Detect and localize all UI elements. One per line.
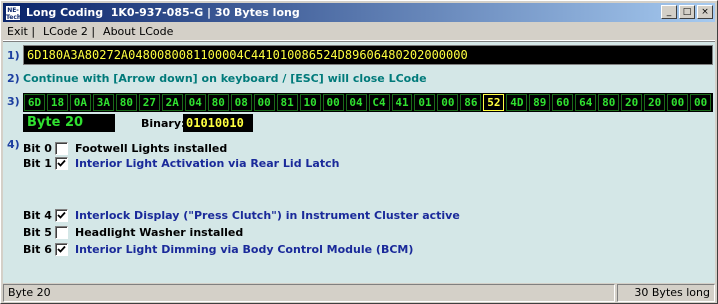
app-logo-icon: NE-Tech [5, 4, 21, 21]
bit-name: Bit 4 [23, 208, 52, 222]
menu-exit[interactable]: Exit | [3, 25, 39, 38]
byte-cell-4[interactable]: 80 [115, 94, 137, 111]
byte-cell-16[interactable]: 41 [391, 94, 413, 111]
binary-value: 01010010 [183, 114, 253, 132]
byte-cell-6[interactable]: 2A [161, 94, 183, 111]
close-button[interactable]: × [697, 5, 713, 19]
status-bar: Byte 20 30 Bytes long [3, 284, 715, 302]
checkmark-icon [57, 159, 66, 167]
byte-cell-17[interactable]: 01 [414, 94, 436, 111]
bit-row-5: Bit 5 Headlight Washer installed [23, 224, 243, 240]
byte-cell-15[interactable]: C4 [368, 94, 390, 111]
byte-cell-18[interactable]: 00 [437, 94, 459, 111]
byte-cell-11[interactable]: 81 [276, 94, 298, 111]
byte-cell-12[interactable]: 10 [299, 94, 321, 111]
byte-selector-row: 6D 18 0A 3A 80 27 2A 04 80 08 00 81 10 00 04 C4 41 01 00 86… [23, 93, 713, 112]
bit-row-0: Bit 0 Footwell Lights installed [23, 140, 227, 156]
byte-cell-26[interactable]: 20 [621, 94, 643, 111]
bit-5-checkbox[interactable] [55, 225, 68, 239]
instruction-text: Continue with [Arrow down] on keyboard /… [23, 72, 427, 85]
bit-1-description: Interior Light Activation via Rear Lid L… [75, 156, 340, 170]
bit-row-4: Bit 4 Interlock Display ("Press Clutch")… [23, 207, 460, 223]
byte-cell-21[interactable]: 4D [506, 94, 528, 111]
maximize-button[interactable]: □ [679, 5, 695, 19]
binary-label: Binary: [141, 117, 186, 130]
bit-6-description: Interior Light Dimming via Body Control … [75, 242, 414, 256]
bit-0-description: Footwell Lights installed [75, 141, 228, 155]
checkmark-icon [57, 211, 66, 219]
bit-0-checkbox[interactable] [55, 141, 68, 155]
step-2-label: 2) [7, 72, 20, 85]
bit-1-checkbox[interactable] [55, 156, 68, 170]
long-coding-field[interactable]: 6D180A3A80272A0480080081100004C441010086… [23, 45, 713, 65]
step-4-label: 4) [7, 138, 20, 151]
window-controls: _ □ × [659, 5, 713, 19]
byte-cell-14[interactable]: 04 [345, 94, 367, 111]
byte-cell-3[interactable]: 3A [92, 94, 114, 111]
window-title: Long Coding 1K0-937-085-G | 30 Bytes lon… [26, 6, 300, 19]
byte-cell-27[interactable]: 20 [644, 94, 666, 111]
byte-cell-0[interactable]: 6D [24, 94, 45, 111]
coding-panel: 1) 6D180A3A80272A0480080081100004C441010… [3, 42, 715, 283]
selected-byte-label: Byte 20 [23, 114, 115, 132]
byte-cell-23[interactable]: 60 [552, 94, 574, 111]
byte-cell-20[interactable]: 52 [483, 94, 505, 111]
byte-cell-5[interactable]: 27 [138, 94, 160, 111]
bit-row-1: Bit 1 Interior Light Activation via Rear… [23, 155, 339, 171]
bit-row-6: Bit 6 Interior Light Dimming via Body Co… [23, 241, 413, 257]
bit-name: Bit 1 [23, 156, 52, 170]
byte-cell-13[interactable]: 00 [322, 94, 344, 111]
bit-4-description: Interlock Display ("Press Clutch") in In… [75, 208, 460, 222]
menu-lcode-2[interactable]: LCode 2 | [39, 25, 99, 38]
bit-4-checkbox[interactable] [55, 208, 68, 222]
bit-5-description: Headlight Washer installed [75, 225, 244, 239]
byte-cell-1[interactable]: 18 [46, 94, 68, 111]
step-1-label: 1) [7, 49, 20, 62]
checkmark-icon [57, 245, 66, 253]
bit-name: Bit 5 [23, 225, 52, 239]
byte-cell-29[interactable]: 00 [690, 94, 712, 111]
byte-cell-10[interactable]: 00 [253, 94, 275, 111]
long-coding-window: NE-Tech Long Coding 1K0-937-085-G | 30 B… [0, 0, 718, 304]
byte-cell-25[interactable]: 80 [598, 94, 620, 111]
byte-cell-22[interactable]: 89 [529, 94, 551, 111]
bit-name: Bit 0 [23, 141, 52, 155]
byte-cell-7[interactable]: 04 [184, 94, 206, 111]
status-byte: Byte 20 [3, 284, 615, 302]
title-bar[interactable]: NE-Tech Long Coding 1K0-937-085-G | 30 B… [3, 3, 715, 22]
byte-cell-2[interactable]: 0A [69, 94, 91, 111]
byte-cell-19[interactable]: 86 [460, 94, 482, 111]
menu-bar: Exit | LCode 2 | About LCode [3, 23, 715, 41]
byte-cell-28[interactable]: 00 [667, 94, 689, 111]
byte-cell-8[interactable]: 80 [207, 94, 229, 111]
minimize-button[interactable]: _ [661, 5, 677, 19]
menu-about-lcode[interactable]: About LCode [99, 25, 177, 38]
byte-cell-24[interactable]: 64 [575, 94, 597, 111]
bit-name: Bit 6 [23, 242, 52, 256]
step-3-label: 3) [7, 95, 20, 108]
bit-6-checkbox[interactable] [55, 242, 68, 256]
status-length: 30 Bytes long [617, 284, 715, 302]
byte-cell-9[interactable]: 08 [230, 94, 252, 111]
